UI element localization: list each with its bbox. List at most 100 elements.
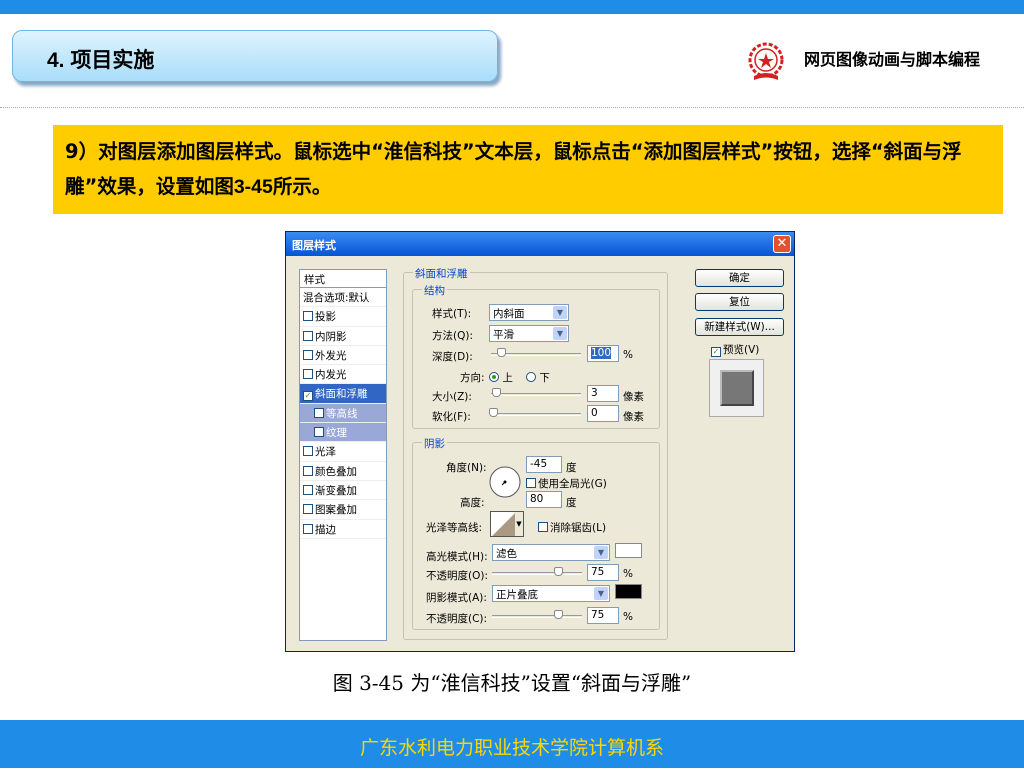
soften-slider[interactable]: [491, 413, 581, 416]
instruction-text: ）对图层添加图层样式。鼠标选中“淮信科技”文本层，鼠标点击“添加图层样式”按钮，…: [65, 140, 962, 198]
instruction-number: 9: [65, 140, 79, 163]
checkbox-icon[interactable]: [303, 504, 313, 515]
size-input[interactable]: 3: [587, 385, 619, 402]
style-preview: [709, 359, 764, 417]
angle-dial-icon[interactable]: [488, 465, 522, 499]
highlight-opacity-slider[interactable]: [492, 572, 582, 575]
chevron-down-icon: ▼: [594, 587, 608, 600]
direction-up-radio[interactable]: 上: [489, 370, 513, 385]
slide-title: 4. 项目实施: [47, 49, 155, 72]
depth-slider-thumb[interactable]: [497, 348, 506, 357]
style-item-gradient-overlay[interactable]: 渐变叠加: [300, 481, 386, 501]
style-select[interactable]: 内斜面 ▼: [489, 304, 569, 321]
contour-preview-icon: [492, 512, 516, 536]
shadow-opacity-input[interactable]: 75: [587, 607, 619, 624]
checkbox-icon[interactable]: [303, 484, 313, 495]
divider: [0, 107, 1024, 108]
shadow-color-swatch[interactable]: [615, 584, 642, 599]
style-item-pattern-overlay[interactable]: 图案叠加: [300, 500, 386, 520]
style-label: 样式(T):: [432, 308, 472, 320]
altitude-input[interactable]: 80: [526, 491, 562, 508]
blend-options-item[interactable]: 混合选项:默认: [300, 288, 386, 308]
ok-button[interactable]: 确定: [695, 269, 784, 287]
checkbox-icon[interactable]: [538, 522, 548, 532]
style-item-contour[interactable]: 等高线: [300, 403, 386, 424]
depth-input[interactable]: 100: [587, 345, 619, 362]
checkbox-icon[interactable]: [303, 330, 313, 341]
checkbox-icon[interactable]: [303, 446, 313, 457]
gloss-contour-picker[interactable]: ▼: [490, 511, 524, 537]
shadow-opacity-slider[interactable]: [492, 615, 582, 618]
checkbox-icon[interactable]: [303, 369, 313, 380]
style-item-texture[interactable]: 纹理: [300, 423, 386, 443]
style-item-bevel-emboss[interactable]: ✓ 斜面和浮雕: [300, 384, 386, 404]
radio-selected-icon[interactable]: [489, 372, 499, 382]
dialog-title: 图层样式: [292, 239, 336, 252]
new-style-button[interactable]: 新建样式(W)...: [695, 318, 784, 336]
soften-unit: 像素: [623, 411, 644, 423]
shadow-mode-select[interactable]: 正片叠底 ▼: [492, 585, 610, 602]
shading-group-label: 阴影: [422, 436, 447, 451]
soften-slider-thumb[interactable]: [489, 408, 498, 417]
preview-swatch: [720, 370, 754, 406]
checkbox-icon[interactable]: [303, 349, 313, 360]
size-slider[interactable]: [491, 393, 581, 396]
highlight-color-swatch[interactable]: [615, 543, 642, 558]
soften-input[interactable]: 0: [587, 405, 619, 422]
anti-alias-checkbox[interactable]: 消除锯齿(L): [538, 520, 606, 535]
soften-label: 软化(F):: [432, 411, 471, 423]
highlight-mode-select[interactable]: 滤色 ▼: [492, 544, 610, 561]
shadow-mode-label: 阴影模式(A):: [426, 592, 487, 604]
checkbox-icon[interactable]: [526, 478, 536, 488]
angle-label: 角度(N):: [446, 462, 487, 474]
checkbox-icon[interactable]: [303, 465, 313, 476]
style-item-inner-glow[interactable]: 内发光: [300, 365, 386, 385]
checkbox-icon[interactable]: [303, 311, 313, 322]
style-item-satin[interactable]: 光泽: [300, 442, 386, 462]
instruction-figure-ref: 3-45: [233, 176, 273, 198]
shadow-opacity-slider-thumb[interactable]: [554, 610, 563, 619]
shadow-opacity-unit: %: [623, 611, 633, 623]
highlight-opacity-unit: %: [623, 568, 633, 580]
bevel-group-label: 斜面和浮雕: [413, 266, 470, 281]
style-item-inner-shadow[interactable]: 内阴影: [300, 327, 386, 346]
highlight-opacity-input[interactable]: 75: [587, 564, 619, 581]
chevron-down-icon: ▼: [553, 306, 567, 319]
style-item-stroke[interactable]: 描边: [300, 520, 386, 539]
structure-group-label: 结构: [422, 283, 447, 298]
chevron-down-icon: ▼: [594, 546, 608, 559]
size-slider-thumb[interactable]: [492, 388, 501, 397]
checkbox-icon[interactable]: [303, 523, 313, 534]
direction-down-radio[interactable]: 下: [526, 370, 550, 385]
chevron-down-icon: ▼: [553, 327, 567, 340]
styles-list: 样式 混合选项:默认 投影 内阴影 外发光 内发光 ✓ 斜面和浮雕 等高线 纹理 …: [299, 269, 387, 641]
style-item-drop-shadow[interactable]: 投影: [300, 307, 386, 327]
style-item-color-overlay[interactable]: 颜色叠加: [300, 462, 386, 481]
depth-label: 深度(D):: [432, 351, 473, 363]
angle-unit: 度: [566, 462, 577, 474]
checkbox-checked-icon[interactable]: ✓: [303, 391, 313, 402]
shadow-opacity-label: 不透明度(C):: [426, 613, 488, 625]
close-icon[interactable]: ✕: [773, 235, 791, 253]
radio-icon[interactable]: [526, 372, 536, 382]
checkbox-icon[interactable]: [314, 407, 324, 418]
styles-header[interactable]: 样式: [300, 270, 386, 288]
highlight-opacity-label: 不透明度(O):: [426, 570, 488, 582]
checkbox-icon[interactable]: [314, 427, 324, 438]
direction-label: 方向:: [460, 372, 485, 384]
top-bar: [0, 0, 1024, 14]
global-light-checkbox[interactable]: 使用全局光(G): [526, 476, 607, 491]
reset-button[interactable]: 复位: [695, 293, 784, 311]
depth-unit: %: [623, 349, 633, 361]
footer-bar: 广东水利电力职业技术学院计算机系: [0, 720, 1024, 768]
angle-input[interactable]: -45: [526, 456, 562, 473]
technique-label: 方法(Q):: [432, 330, 473, 342]
preview-checkbox[interactable]: ✓ 预览(V): [711, 342, 759, 357]
altitude-label: 高度:: [460, 497, 485, 509]
style-item-outer-glow[interactable]: 外发光: [300, 346, 386, 366]
dialog-titlebar: 图层样式 ✕: [286, 232, 794, 256]
checkbox-checked-icon[interactable]: ✓: [711, 347, 721, 357]
figure-caption: 图 3-45 为“淮信科技”设置“斜面与浮雕”: [332, 671, 692, 695]
highlight-opacity-slider-thumb[interactable]: [554, 567, 563, 576]
technique-select[interactable]: 平滑 ▼: [489, 325, 569, 342]
